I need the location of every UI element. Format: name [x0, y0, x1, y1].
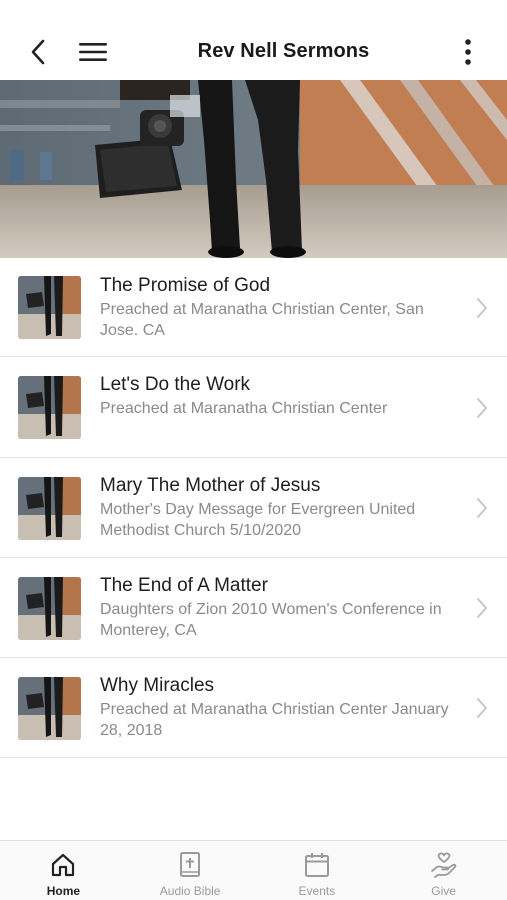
sermon-title: The End of A Matter: [100, 575, 268, 596]
chevron-right-icon: [475, 697, 489, 719]
sermon-title: Mary The Mother of Jesus: [100, 475, 321, 496]
sermon-subtitle: Mother's Day Message for Evergreen Unite…: [100, 501, 416, 539]
sermon-title: Let's Do the Work: [100, 374, 251, 395]
tab-give[interactable]: Give: [380, 841, 507, 900]
app-header: Rev Nell Sermons: [0, 0, 507, 80]
tab-label: Home: [46, 884, 81, 898]
tab-audio-bible[interactable]: Audio Bible: [127, 841, 254, 900]
sermon-text: The Promise of God Preached at Maranatha …: [100, 274, 465, 341]
sermon-list-item[interactable]: Why Miracles Preached at Maranatha Christ…: [0, 658, 507, 758]
hero-banner-image: [0, 80, 507, 258]
sermon-list: The Promise of God Preached at Maranatha …: [0, 258, 507, 758]
bible-icon: [176, 850, 204, 880]
sermon-subtitle: Daughters of Zion 2010 Women's Conferenc…: [100, 601, 442, 639]
sermon-text: Why Miracles Preached at Maranatha Christ…: [100, 674, 465, 741]
chevron-right-icon: [475, 297, 489, 319]
bottom-tab-bar: Home Audio Bible Events Give: [0, 840, 507, 900]
sermon-text: The End of A Matter Daughters of Zion 201…: [100, 574, 465, 641]
sermon-subtitle: Preached at Maranatha Christian Center, …: [100, 301, 424, 339]
sermon-thumbnail: [18, 376, 81, 439]
menu-button[interactable]: [74, 34, 112, 70]
sermon-subtitle: Preached at Maranatha Christian Center J…: [100, 701, 449, 739]
page-title: Rev Nell Sermons: [197, 40, 370, 62]
tab-label: Audio Bible: [159, 884, 221, 898]
hero-photo: [0, 80, 507, 258]
more-options-button[interactable]: [452, 34, 484, 70]
tab-home[interactable]: Home: [0, 841, 127, 900]
back-button[interactable]: [22, 34, 54, 70]
sermon-title: The Promise of God: [100, 275, 271, 296]
give-hand-heart-icon: [430, 850, 458, 880]
sermon-subtitle: Preached at Maranatha Christian Center: [100, 400, 388, 417]
tab-events[interactable]: Events: [254, 841, 381, 900]
sermon-thumbnail: [18, 677, 81, 740]
chevron-left-icon: [31, 39, 45, 65]
sermon-thumbnail: [18, 477, 81, 540]
sermon-thumbnail: [18, 276, 81, 339]
tab-label: Give: [431, 884, 456, 898]
sermon-title: Why Miracles: [100, 675, 215, 696]
chevron-right-icon: [475, 597, 489, 619]
calendar-icon: [303, 850, 331, 880]
sermon-thumbnail: [18, 577, 81, 640]
home-icon: [49, 850, 77, 880]
more-vertical-icon: [465, 39, 471, 65]
sermon-text: Mary The Mother of Jesus Mother's Day Mes…: [100, 474, 465, 541]
sermon-list-item[interactable]: Mary The Mother of Jesus Mother's Day Mes…: [0, 458, 507, 558]
sermon-list-item[interactable]: The End of A Matter Daughters of Zion 201…: [0, 558, 507, 658]
chevron-right-icon: [475, 497, 489, 519]
sermon-list-item[interactable]: The Promise of God Preached at Maranatha …: [0, 258, 507, 357]
sermon-list-item[interactable]: Let's Do the Work Preached at Maranatha C…: [0, 357, 507, 458]
chevron-right-icon: [475, 397, 489, 419]
tab-label: Events: [298, 884, 336, 898]
hamburger-icon: [79, 43, 107, 61]
sermon-text: Let's Do the Work Preached at Maranatha C…: [100, 373, 465, 419]
